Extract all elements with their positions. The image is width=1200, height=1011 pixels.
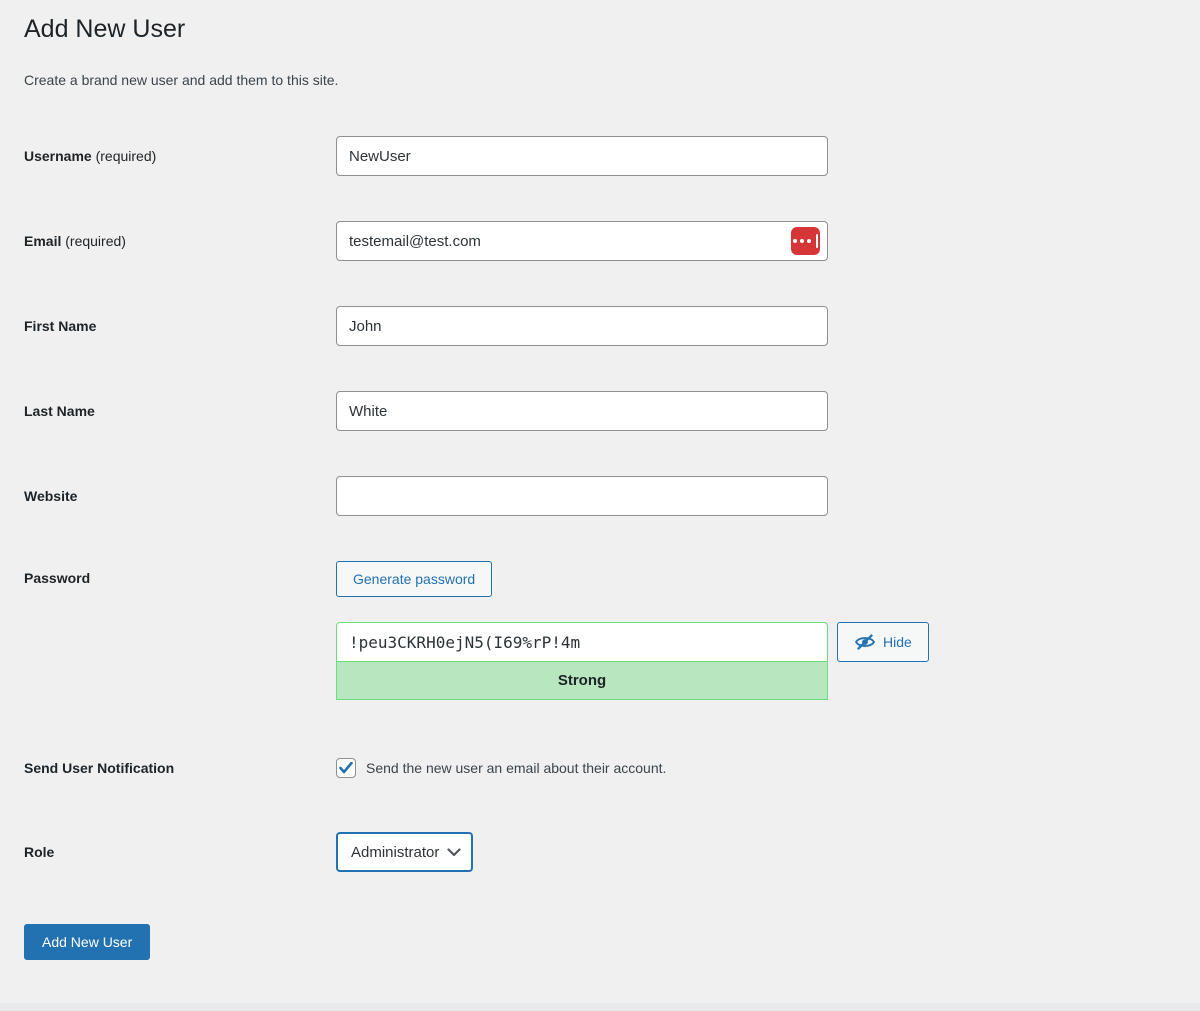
generate-password-button[interactable]: Generate password <box>336 561 492 597</box>
eye-off-icon <box>854 633 876 651</box>
hide-button-label: Hide <box>883 634 912 650</box>
last-name-input[interactable] <box>336 391 828 431</box>
website-input[interactable] <box>336 476 828 516</box>
chevron-down-icon <box>447 848 461 857</box>
last-name-row: Last Name <box>24 391 1176 431</box>
password-strength-indicator: Strong <box>336 662 828 700</box>
username-row: Username (required) <box>24 136 1176 176</box>
page-subtitle: Create a brand new user and add them to … <box>24 72 1176 88</box>
checkmark-icon <box>339 762 353 774</box>
add-new-user-page: Add New User Create a brand new user and… <box>0 0 1200 960</box>
required-note: (required) <box>96 148 157 164</box>
email-row: Email (required) <box>24 221 1176 261</box>
notification-checkbox-line: Send the new user an email about their a… <box>336 758 666 778</box>
window-bottom-edge <box>0 1003 1200 1011</box>
email-input[interactable] <box>336 221 828 261</box>
required-note: (required) <box>65 233 126 249</box>
notification-checkbox-label: Send the new user an email about their a… <box>366 760 666 776</box>
add-new-user-button[interactable]: Add New User <box>24 924 150 960</box>
send-user-notification-label: Send User Notification <box>24 760 336 776</box>
website-label: Website <box>24 488 336 504</box>
website-row: Website <box>24 476 1176 516</box>
username-label: Username (required) <box>24 148 336 164</box>
password-row: Password Generate password <box>24 561 1176 700</box>
send-user-notification-row: Send User Notification Send the new user… <box>24 756 1176 780</box>
page-title: Add New User <box>24 12 1176 46</box>
role-selected-value: Administrator <box>351 844 439 861</box>
password-input-line: Hide <box>336 622 929 662</box>
role-row: Role Administrator <box>24 832 1176 872</box>
password-strength-label: Strong <box>558 672 606 689</box>
hide-password-button[interactable]: Hide <box>837 622 929 662</box>
password-manager-icon[interactable] <box>791 227 820 255</box>
last-name-label: Last Name <box>24 403 336 419</box>
first-name-row: First Name <box>24 306 1176 346</box>
role-label: Role <box>24 844 336 860</box>
email-label: Email (required) <box>24 233 336 249</box>
send-notification-checkbox[interactable] <box>336 758 356 778</box>
email-input-wrap <box>336 221 828 261</box>
role-select[interactable]: Administrator <box>336 832 473 872</box>
first-name-input[interactable] <box>336 306 828 346</box>
password-controls: Generate password Hide <box>336 561 929 700</box>
add-new-user-form: Username (required) Email (required) <box>24 136 1176 960</box>
password-label: Password <box>24 561 336 586</box>
password-input[interactable] <box>336 622 828 662</box>
username-input[interactable] <box>336 136 828 176</box>
first-name-label: First Name <box>24 318 336 334</box>
